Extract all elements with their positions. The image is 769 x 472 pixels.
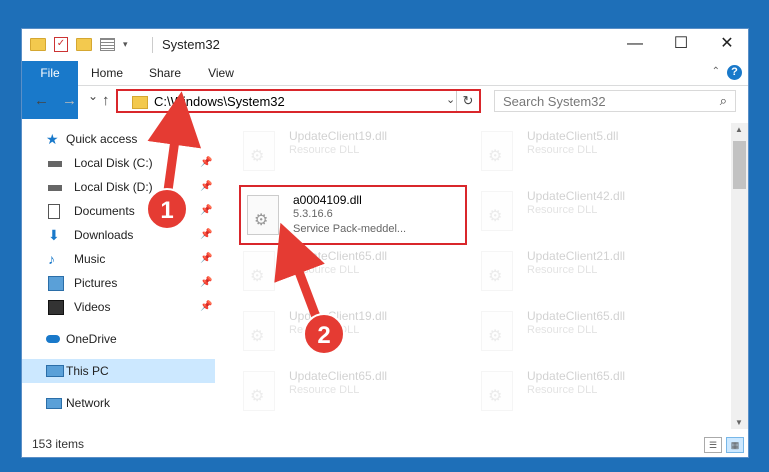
title-bar: ✓ ▾ System32 — ☐ ✕ xyxy=(22,29,748,61)
item-count: 153 items xyxy=(32,437,85,451)
dll-file-icon: ⚙ xyxy=(247,195,279,235)
sidebar-item-music[interactable]: ♪ Music 📌 xyxy=(22,247,215,271)
help-icon[interactable]: ? xyxy=(727,65,742,80)
navigation-bar: ← → ⌄ ↑ C:\Windows\System32 ⌄ ↻ Search S… xyxy=(22,86,748,118)
customize-toolbar-icon[interactable]: ▾ xyxy=(123,39,128,50)
details-view-icon[interactable]: ☰ xyxy=(704,437,722,453)
new-folder-icon[interactable] xyxy=(76,38,92,51)
music-icon: ♪ xyxy=(48,251,55,267)
dll-file-icon: ⚙ xyxy=(243,251,275,291)
file-item[interactable]: ⚙ UpdateClient19.dll Resource DLL xyxy=(237,123,437,181)
folder-icon xyxy=(132,96,148,109)
pictures-icon xyxy=(48,276,64,291)
properties-check-icon[interactable]: ✓ xyxy=(54,37,68,52)
dll-file-icon: ⚙ xyxy=(481,311,513,351)
close-button[interactable]: ✕ xyxy=(704,29,748,61)
tab-share[interactable]: Share xyxy=(140,61,190,85)
recent-locations-button[interactable]: ⌄ xyxy=(88,89,98,103)
sidebar-item-network[interactable]: Network xyxy=(22,391,215,415)
dll-file-icon: ⚙ xyxy=(481,191,513,231)
chevron-down-icon[interactable]: ⌄ xyxy=(446,93,455,106)
ribbon-tabs: File Home Share View ⌃ ? xyxy=(22,61,748,119)
dll-file-icon: ⚙ xyxy=(481,371,513,411)
forward-button[interactable]: → xyxy=(62,92,77,109)
file-item[interactable]: ⚙ UpdateClient65.dll Resource DLL xyxy=(237,243,437,301)
sidebar-item-this-pc[interactable]: This PC xyxy=(22,359,215,383)
file-item[interactable]: ⚙ UpdateClient21.dll Resource DLL xyxy=(475,243,675,301)
pin-icon[interactable]: 📌 xyxy=(200,271,212,295)
sidebar-item-documents[interactable]: Documents 📌 xyxy=(22,199,215,223)
sidebar-item-quick-access[interactable]: ★ Quick access xyxy=(22,127,215,151)
star-icon: ★ xyxy=(46,131,59,147)
drive-icon xyxy=(48,185,62,191)
folder-icon xyxy=(30,38,46,51)
file-item-selected[interactable]: ⚙ a0004109.dll 5.3.16.6 Service Pack-med… xyxy=(239,185,467,245)
dll-file-icon: ⚙ xyxy=(243,371,275,411)
sidebar-item-local-disk-d[interactable]: Local Disk (D:) 📌 xyxy=(22,175,215,199)
dll-file-icon: ⚙ xyxy=(481,251,513,291)
file-item[interactable]: ⚙ UpdateClient65.dll Resource DLL xyxy=(475,303,675,361)
file-item[interactable]: ⚙ UpdateClient42.dll Resource DLL xyxy=(475,183,675,241)
sidebar-item-downloads[interactable]: ⬇ Downloads 📌 xyxy=(22,223,215,247)
file-item[interactable]: ⚙ UpdateClient5.dll Resource DLL xyxy=(475,123,675,181)
file-item[interactable]: ⚙ UpdateClient19.dll Resource DLL xyxy=(237,303,437,361)
file-item[interactable]: ⚙ UpdateClient65.dll Resource DLL xyxy=(475,363,675,421)
dll-file-icon: ⚙ xyxy=(481,131,513,171)
dll-file-icon: ⚙ xyxy=(243,311,275,351)
minimize-button[interactable]: — xyxy=(612,29,658,61)
sidebar-item-local-disk-c[interactable]: Local Disk (C:) 📌 xyxy=(22,151,215,175)
navigation-pane: ★ Quick access Local Disk (C:) 📌 Local D… xyxy=(22,123,215,423)
vertical-scrollbar[interactable]: ▲ ▼ xyxy=(731,123,748,429)
scroll-down-icon[interactable]: ▼ xyxy=(735,418,743,427)
drive-icon xyxy=(48,161,62,167)
quick-access-toolbar: ✓ ▾ xyxy=(30,37,128,52)
pin-icon[interactable]: 📌 xyxy=(200,247,212,271)
pin-icon[interactable]: 📌 xyxy=(200,199,212,223)
search-placeholder: Search System32 xyxy=(503,94,606,109)
maximize-button[interactable]: ☐ xyxy=(658,29,704,61)
tiles-view-icon[interactable]: ▦ xyxy=(726,437,744,453)
cloud-icon xyxy=(46,335,60,343)
back-button[interactable]: ← xyxy=(34,92,49,109)
address-bar[interactable]: C:\Windows\System32 ⌄ ↻ xyxy=(116,89,481,113)
sidebar-item-pictures[interactable]: Pictures 📌 xyxy=(22,271,215,295)
collapse-ribbon-icon[interactable]: ⌃ xyxy=(712,66,720,77)
sidebar-item-videos[interactable]: Videos 📌 xyxy=(22,295,215,319)
computer-icon xyxy=(46,365,64,377)
status-bar: 153 items ☰ ▦ xyxy=(22,433,748,457)
search-input[interactable]: Search System32 ⌕ xyxy=(494,90,736,112)
pin-icon[interactable]: 📌 xyxy=(200,295,212,319)
scroll-thumb[interactable] xyxy=(733,141,746,189)
videos-icon xyxy=(48,300,64,315)
explorer-window: ✓ ▾ System32 — ☐ ✕ File Home Share View … xyxy=(21,28,749,458)
up-button[interactable]: ↑ xyxy=(102,92,110,109)
refresh-button[interactable]: ↻ xyxy=(456,91,479,111)
search-icon: ⌕ xyxy=(719,93,727,108)
address-path[interactable]: C:\Windows\System32 xyxy=(154,94,285,109)
file-item[interactable]: ⚙ UpdateClient65.dll Resource DLL xyxy=(237,363,437,421)
downloads-icon: ⬇ xyxy=(48,227,60,243)
file-list: ⚙ UpdateClient19.dll Resource DLL ⚙ a000… xyxy=(235,123,731,423)
documents-icon xyxy=(48,204,60,219)
window-title: System32 xyxy=(162,37,220,52)
pin-icon[interactable]: 📌 xyxy=(200,151,212,175)
pin-icon[interactable]: 📌 xyxy=(200,175,212,199)
sidebar-item-onedrive[interactable]: OneDrive xyxy=(22,327,215,351)
title-separator xyxy=(152,37,153,53)
network-icon xyxy=(46,398,62,409)
view-options-icon[interactable] xyxy=(100,38,115,51)
pin-icon[interactable]: 📌 xyxy=(200,223,212,247)
dll-file-icon: ⚙ xyxy=(243,131,275,171)
tab-view[interactable]: View xyxy=(196,61,246,85)
scroll-up-icon[interactable]: ▲ xyxy=(735,125,743,134)
tab-home[interactable]: Home xyxy=(82,61,132,85)
